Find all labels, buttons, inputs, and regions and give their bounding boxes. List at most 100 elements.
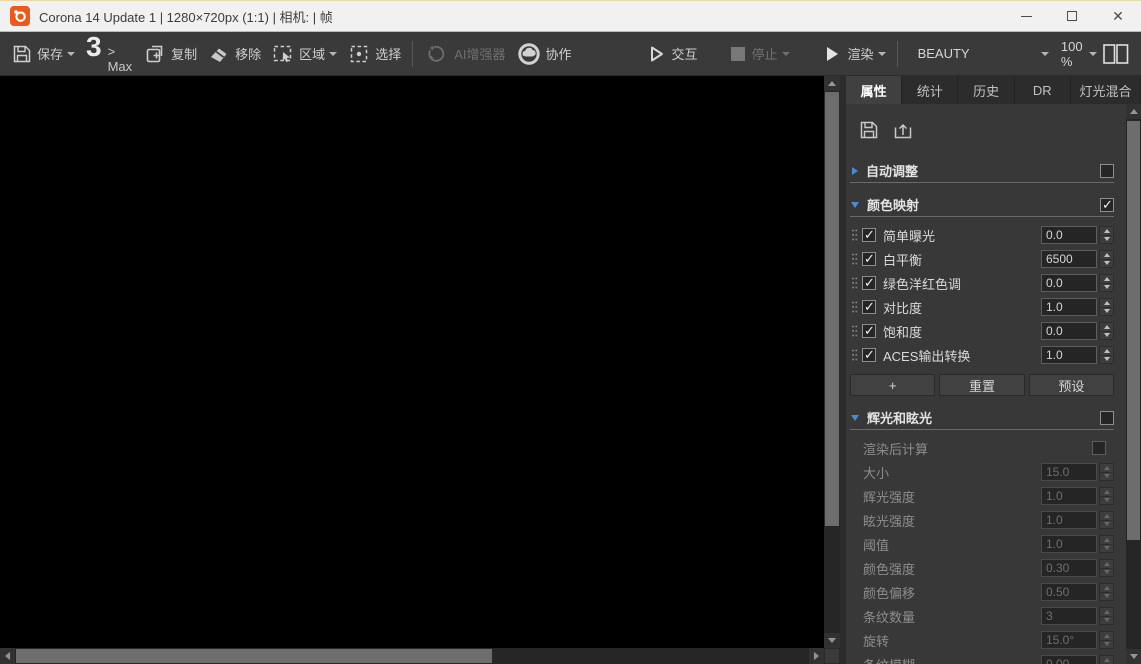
value-spinner[interactable] — [1099, 250, 1114, 268]
remove-button[interactable]: 移除 — [202, 36, 266, 72]
save-dropdown-caret[interactable] — [67, 52, 75, 56]
value-spinner[interactable] — [1099, 226, 1114, 244]
param-checkbox[interactable] — [862, 228, 876, 242]
region-dropdown-caret[interactable] — [329, 52, 337, 56]
close-button[interactable]: ✕ — [1095, 1, 1141, 31]
value-spinner[interactable] — [1099, 655, 1114, 664]
render-element-select[interactable]: BEAUTY — [918, 46, 1049, 61]
panel-scroll-thumb[interactable] — [1127, 121, 1140, 540]
pass-counter: 3 > Max — [80, 33, 138, 74]
viewport-vertical-scrollbar[interactable] — [824, 76, 840, 648]
drag-handle-icon[interactable] — [851, 300, 858, 314]
value-spinner[interactable] — [1099, 322, 1114, 340]
param-value-input[interactable] — [1041, 607, 1097, 625]
save-button[interactable]: 保存 — [6, 36, 80, 72]
vertical-scroll-track[interactable] — [824, 91, 840, 633]
section-bloom-glare[interactable]: 辉光和眩光 — [850, 406, 1114, 430]
tab-dr[interactable]: DR — [1015, 76, 1071, 104]
load-config-icon[interactable] — [892, 119, 914, 141]
param-checkbox[interactable] — [862, 324, 876, 338]
tab-history[interactable]: 历史 — [958, 76, 1014, 104]
interactive-label: 交互 — [672, 44, 698, 63]
param-value-input[interactable] — [1041, 655, 1097, 664]
value-spinner[interactable] — [1099, 463, 1114, 481]
panel-scroll-track[interactable] — [1126, 119, 1141, 649]
value-spinner[interactable] — [1099, 298, 1114, 316]
duplicate-button[interactable]: 复制 — [138, 36, 202, 72]
compute-after-render-checkbox[interactable] — [1092, 441, 1106, 455]
param-checkbox[interactable] — [862, 252, 876, 266]
param-value-input[interactable] — [1041, 631, 1097, 649]
tab-lightmix[interactable]: 灯光混合 — [1071, 76, 1141, 104]
scroll-left-button[interactable] — [0, 648, 15, 664]
panel-scrollbar[interactable] — [1126, 104, 1141, 664]
section-auto-adjust[interactable]: 自动调整 — [850, 159, 1114, 183]
param-checkbox[interactable] — [862, 276, 876, 290]
value-spinner[interactable] — [1099, 607, 1114, 625]
value-spinner[interactable] — [1099, 511, 1114, 529]
param-value-input[interactable] — [1041, 226, 1097, 244]
horizontal-scroll-track[interactable] — [15, 648, 809, 664]
auto-adjust-checkbox[interactable] — [1100, 164, 1114, 178]
maximize-button[interactable] — [1049, 1, 1095, 31]
param-value-input[interactable] — [1041, 274, 1097, 292]
presets-button[interactable]: 预设 — [1029, 374, 1114, 396]
param-value-input[interactable] — [1041, 559, 1097, 577]
render-dropdown-caret[interactable] — [878, 52, 886, 56]
param-value-input[interactable] — [1041, 535, 1097, 553]
section-color-mapping[interactable]: 颜色映射 — [850, 193, 1114, 217]
interactive-render-button[interactable]: 交互 — [639, 36, 703, 72]
stop-button[interactable]: 停止 — [723, 36, 795, 72]
reset-button[interactable]: 重置 — [939, 374, 1024, 396]
ai-enhancer-button[interactable]: AI增强器 — [419, 36, 510, 72]
value-spinner[interactable] — [1099, 631, 1114, 649]
ab-compare-button[interactable] — [1097, 36, 1135, 72]
value-spinner[interactable] — [1099, 487, 1114, 505]
color-mapping-checkbox[interactable] — [1100, 198, 1114, 212]
bloom-glare-checkbox[interactable] — [1100, 411, 1114, 425]
add-operator-button[interactable]: + — [850, 374, 935, 396]
drag-handle-icon[interactable] — [851, 228, 858, 242]
region-button[interactable]: 区域 — [266, 36, 342, 72]
value-spinner[interactable] — [1099, 346, 1114, 364]
vertical-scroll-thumb[interactable] — [825, 92, 839, 526]
value-spinner[interactable] — [1099, 535, 1114, 553]
horizontal-scroll-thumb[interactable] — [16, 649, 492, 663]
param-value-input[interactable] — [1041, 250, 1097, 268]
scroll-right-button[interactable] — [809, 648, 824, 664]
param-value-input[interactable] — [1041, 487, 1097, 505]
expand-arrow-icon[interactable] — [852, 167, 858, 175]
param-value-input[interactable] — [1041, 346, 1097, 364]
drag-handle-icon[interactable] — [851, 276, 858, 290]
value-spinner[interactable] — [1099, 274, 1114, 292]
render-button[interactable]: 渲染 — [815, 36, 891, 72]
value-spinner[interactable] — [1099, 559, 1114, 577]
select-button[interactable]: 选择 — [342, 36, 406, 72]
collaborate-button[interactable]: 协作 — [511, 36, 577, 72]
param-value-input[interactable] — [1041, 511, 1097, 529]
minimize-button[interactable] — [1003, 1, 1049, 31]
param-checkbox[interactable] — [862, 348, 876, 362]
collapse-arrow-icon[interactable] — [851, 415, 859, 421]
param-value-input[interactable] — [1041, 298, 1097, 316]
param-checkbox[interactable] — [862, 300, 876, 314]
drag-handle-icon[interactable] — [851, 324, 858, 338]
render-viewport[interactable] — [0, 76, 824, 648]
param-value-input[interactable] — [1041, 322, 1097, 340]
param-row-streak-count: 条纹数量 — [850, 604, 1114, 628]
zoom-level-select[interactable]: 100 % — [1061, 39, 1097, 69]
viewport-horizontal-scrollbar[interactable] — [0, 648, 840, 664]
tab-statistics[interactable]: 统计 — [902, 76, 958, 104]
panel-scroll-up-button[interactable] — [1126, 104, 1141, 119]
param-value-input[interactable] — [1041, 583, 1097, 601]
drag-handle-icon[interactable] — [851, 348, 858, 362]
param-value-input[interactable] — [1041, 463, 1097, 481]
drag-handle-icon[interactable] — [851, 252, 858, 266]
save-config-icon[interactable] — [858, 119, 880, 141]
collapse-arrow-icon[interactable] — [851, 202, 859, 208]
panel-scroll-down-button[interactable] — [1126, 649, 1141, 664]
scroll-up-button[interactable] — [824, 76, 840, 91]
value-spinner[interactable] — [1099, 583, 1114, 601]
scroll-down-button[interactable] — [824, 633, 840, 648]
tab-properties[interactable]: 属性 — [846, 76, 902, 104]
